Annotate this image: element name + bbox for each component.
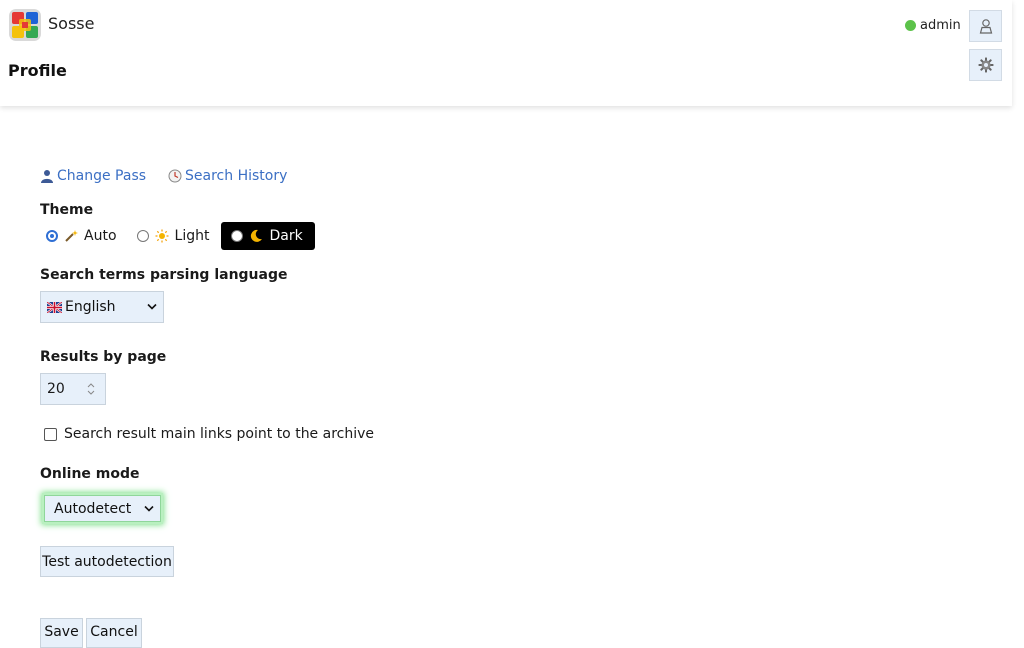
theme-radio-dark[interactable] (231, 230, 244, 242)
username: admin (920, 18, 961, 33)
save-label: Save (44, 624, 79, 640)
results-label: Results by page (40, 349, 167, 365)
theme-light-label: Light (174, 228, 210, 244)
moon-icon (251, 229, 263, 242)
theme-dark-label: Dark (269, 228, 303, 244)
archive-links-option[interactable]: Search result main links point to the ar… (44, 426, 374, 442)
uk-flag-icon (47, 301, 62, 313)
settings-button[interactable] (969, 49, 1002, 81)
theme-auto-label: Auto (84, 228, 117, 244)
theme-radio-auto[interactable] (46, 230, 58, 242)
online-mode-label: Online mode (40, 466, 140, 482)
page-title: Profile (8, 61, 67, 80)
theme-option-dark[interactable]: Dark (221, 222, 315, 250)
chevron-down-icon (147, 303, 157, 310)
clock-icon (168, 169, 182, 183)
user-icon (979, 19, 992, 34)
online-mode-select[interactable]: Autodetect (44, 495, 161, 522)
spinner-arrows-icon[interactable] (86, 380, 96, 398)
archive-links-checkbox[interactable] (44, 427, 57, 441)
sun-icon (155, 229, 169, 243)
cancel-button[interactable]: Cancel (86, 618, 142, 648)
top-header: Sosse Profile admin (0, 0, 1012, 106)
change-pass-label: Change Pass (57, 168, 147, 184)
theme-label: Theme (40, 202, 94, 218)
theme-option-light[interactable]: Light (131, 222, 216, 250)
sosse-logo[interactable] (8, 8, 42, 42)
cancel-label: Cancel (90, 624, 138, 640)
search-history-link[interactable]: Search History (168, 168, 287, 184)
language-select[interactable]: English (40, 291, 164, 323)
language-label: Search terms parsing language (40, 267, 288, 283)
theme-radio-light[interactable] (136, 230, 149, 242)
profile-links: Change Pass Search History (40, 168, 287, 184)
language-selected-value: English (65, 299, 116, 315)
wand-icon (65, 230, 78, 242)
chevron-down-icon (144, 505, 154, 512)
user-status: admin (905, 18, 961, 33)
online-status-icon (905, 20, 916, 31)
test-autodetection-button[interactable]: Test autodetection (40, 546, 174, 577)
theme-option-auto[interactable]: Auto (40, 222, 123, 250)
test-autodetection-label: Test autodetection (42, 553, 172, 570)
results-per-page-value: 20 (47, 381, 65, 397)
archive-links-label: Search result main links point to the ar… (64, 426, 375, 442)
gear-icon (978, 57, 993, 73)
save-button[interactable]: Save (40, 618, 83, 648)
user-menu-button[interactable] (969, 10, 1002, 42)
person-icon (41, 170, 53, 183)
online-mode-selected-value: Autodetect (54, 500, 132, 517)
search-history-label: Search History (185, 168, 288, 184)
change-pass-link[interactable]: Change Pass (40, 168, 146, 184)
app-name[interactable]: Sosse (48, 14, 94, 33)
results-per-page-input[interactable]: 20 (40, 373, 106, 405)
theme-options: Auto Light Dark (40, 222, 315, 250)
